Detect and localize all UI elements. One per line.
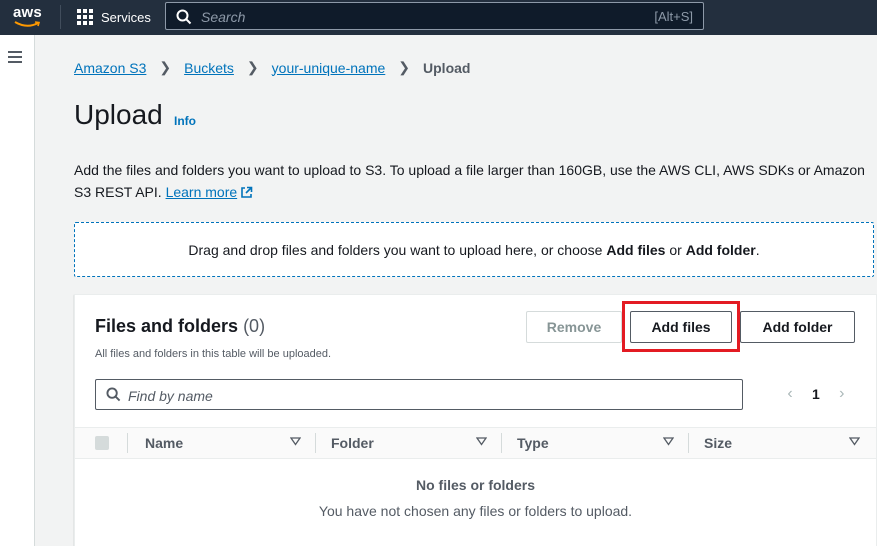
file-count: (0) — [243, 316, 266, 336]
pagination: ‹ 1 › — [780, 385, 852, 403]
chevron-right-icon: ❯ — [246, 59, 259, 75]
panel-title-text: Files and folders — [95, 316, 239, 336]
next-page-icon[interactable]: › — [832, 385, 852, 403]
aws-logo[interactable]: aws — [12, 4, 46, 30]
dropzone-add-files-label: Add files — [606, 242, 666, 258]
breadcrumb-current: Upload — [423, 59, 471, 76]
previous-page-icon[interactable]: ‹ — [780, 385, 800, 403]
learn-more-link[interactable]: Learn more — [166, 184, 238, 200]
aws-smile-icon — [14, 21, 41, 27]
column-size[interactable]: Size — [704, 435, 732, 451]
dropzone-text-part: . — [755, 242, 760, 258]
sort-caret-icon[interactable] — [290, 437, 301, 446]
top-nav-bar: aws Services Search [Alt+S] — [0, 0, 877, 35]
sort-caret-icon[interactable] — [476, 437, 487, 446]
find-by-name-input[interactable]: Find by name — [95, 379, 743, 410]
info-link[interactable]: Info — [174, 114, 196, 128]
menu-icon[interactable] — [8, 51, 22, 63]
services-label: Services — [101, 9, 151, 25]
column-divider — [688, 433, 689, 453]
search-icon — [176, 9, 192, 25]
column-divider — [127, 433, 128, 453]
chevron-right-icon: ❯ — [398, 59, 411, 75]
empty-state-subtitle: You have not chosen any files or folders… — [318, 503, 633, 519]
aws-logo-text: aws — [13, 4, 42, 21]
dropzone-add-folder-label: Add folder — [685, 242, 756, 258]
left-side-rail — [0, 35, 35, 546]
dropzone-text-part: or — [665, 242, 686, 258]
sort-caret-icon[interactable] — [849, 437, 860, 446]
page-title: Upload — [74, 99, 163, 130]
breadcrumb-amazon-s3[interactable]: Amazon S3 — [74, 60, 146, 76]
sort-caret-icon[interactable] — [663, 437, 674, 446]
column-divider — [315, 433, 316, 453]
external-link-icon — [241, 186, 253, 198]
chevron-right-icon: ❯ — [159, 59, 172, 75]
page-description: Add the files and folders you want to up… — [74, 159, 877, 203]
find-placeholder: Find by name — [128, 388, 213, 404]
nav-divider — [60, 5, 61, 29]
column-folder[interactable]: Folder — [331, 435, 374, 451]
search-shortcut-hint: [Alt+S] — [654, 9, 693, 24]
panel-title: Files and folders (0) — [95, 316, 265, 337]
column-type[interactable]: Type — [517, 435, 549, 451]
breadcrumb-bucket-name[interactable]: your-unique-name — [272, 60, 386, 76]
breadcrumb: Amazon S3 ❯ Buckets ❯ your-unique-name ❯… — [74, 59, 470, 76]
services-grid-icon — [77, 9, 93, 25]
table-header: Name Folder Type Size — [75, 427, 876, 459]
column-name[interactable]: Name — [145, 435, 183, 451]
search-placeholder: Search — [201, 9, 246, 25]
add-folder-button[interactable]: Add folder — [740, 311, 855, 343]
breadcrumb-buckets[interactable]: Buckets — [184, 60, 234, 76]
upload-dropzone[interactable]: Drag and drop files and folders you want… — [74, 222, 874, 277]
remove-button[interactable]: Remove — [526, 311, 622, 343]
panel-subtitle: All files and folders in this table will… — [95, 348, 332, 360]
files-and-folders-panel: Files and folders (0) All files and fold… — [74, 294, 877, 546]
highlight-annotation-box — [622, 301, 740, 352]
dropzone-text: Drag and drop files and folders you want… — [75, 242, 873, 258]
dropzone-text-part: Drag and drop files and folders you want… — [188, 242, 607, 258]
page-number[interactable]: 1 — [812, 386, 820, 402]
column-divider — [501, 433, 502, 453]
search-icon — [106, 387, 121, 402]
global-search-input[interactable]: Search [Alt+S] — [165, 2, 704, 30]
services-menu-button[interactable]: Services — [77, 7, 151, 27]
empty-state-title: No files or folders — [415, 477, 536, 493]
select-all-checkbox[interactable] — [95, 436, 109, 450]
